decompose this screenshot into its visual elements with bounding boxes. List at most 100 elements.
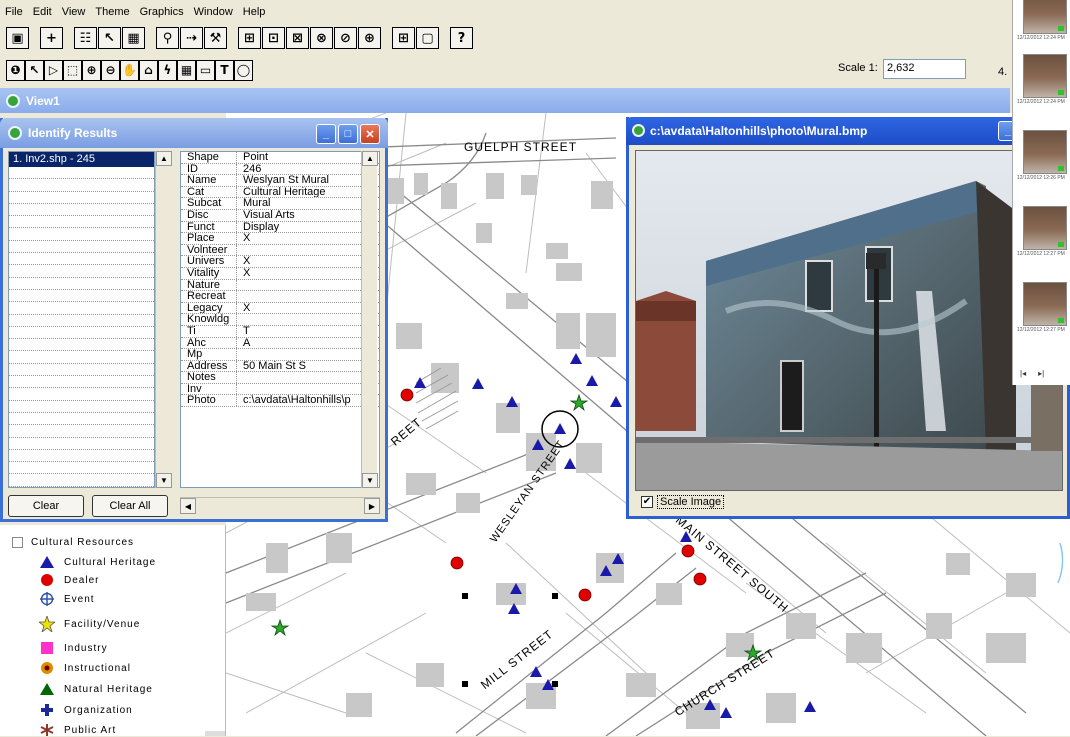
zoom-in-tool-icon[interactable]: ⊕ — [82, 59, 101, 81]
label-tool-icon[interactable]: ▭ — [196, 59, 215, 81]
draw-tool-icon[interactable]: ◯ — [234, 59, 253, 81]
view-window-title[interactable]: View1 — [0, 88, 1010, 113]
query-builder-icon[interactable]: ⚒ — [204, 27, 227, 49]
select-feature-tool-icon[interactable]: ⬚ — [63, 59, 82, 81]
minimize-icon[interactable]: _ — [316, 124, 336, 144]
area-of-interest-tool-icon[interactable]: ▦ — [177, 59, 196, 81]
zoom-selected-icon[interactable]: ⊠ — [286, 27, 309, 49]
attribute-value: Weslyan St Mural — [243, 175, 329, 186]
zoom-full-extent-icon[interactable]: ⊞ — [238, 27, 261, 49]
attribute-row[interactable]: ID 246 — [181, 163, 379, 176]
table-of-contents: Cultural Resources Cultural Heritage Dea… — [0, 525, 226, 736]
find-icon[interactable]: ⚲ — [156, 27, 179, 49]
clear-button[interactable]: Clear — [8, 495, 84, 517]
photo-thumbnail[interactable]: 12/12/2012 12:27 PM — [1017, 206, 1067, 257]
attribute-row[interactable]: Recreat — [181, 291, 379, 303]
list-empty-row — [9, 401, 154, 413]
locate-address-icon[interactable]: ⇢ — [180, 27, 203, 49]
first-page-icon[interactable]: |◂ — [1020, 369, 1026, 378]
list-scrollbar[interactable]: ▲ ▼ — [155, 151, 172, 488]
clear-all-button[interactable]: Clear All — [92, 495, 168, 517]
identify-window-titlebar[interactable]: Identify Results _ □ ✕ — [0, 118, 388, 148]
menu-window[interactable]: Window — [189, 6, 238, 18]
menu-edit[interactable]: Edit — [28, 6, 57, 18]
attribute-row[interactable]: Place X — [181, 233, 379, 245]
photo-thumbnail[interactable]: 12/12/2012 12:27 PM — [1017, 282, 1067, 333]
scroll-right-icon[interactable]: ▶ — [364, 498, 380, 514]
save-project-icon[interactable]: ▣ — [6, 27, 29, 49]
pointer-tool-icon[interactable]: ↖ — [25, 59, 44, 81]
zoom-active-themes-icon[interactable]: ⊡ — [262, 27, 285, 49]
last-page-icon[interactable]: ▸| — [1038, 369, 1044, 378]
attribute-row[interactable]: Name Weslyan St Mural — [181, 175, 379, 187]
legend-item: Cultural Heritage — [38, 555, 156, 569]
attribute-name: Ahc — [181, 337, 237, 349]
scroll-up-icon[interactable]: ▲ — [362, 151, 378, 166]
scroll-down-icon[interactable]: ▼ — [156, 473, 172, 488]
theme-cultural-resources[interactable]: Cultural Resources — [12, 537, 134, 548]
photo-thumbnail[interactable]: 12/12/2012 12:26 PM — [1017, 130, 1067, 181]
attribute-hscrollbar[interactable]: ◀ ▶ — [180, 497, 380, 514]
attribute-row[interactable]: Mp — [181, 349, 379, 361]
theme-visibility-checkbox[interactable] — [12, 537, 23, 548]
zoom-out-fixed-icon[interactable]: ⊘ — [334, 27, 357, 49]
edit-legend-icon[interactable]: ↖ — [98, 27, 121, 49]
attribute-row[interactable]: Cat Cultural Heritage — [181, 186, 379, 199]
attribute-row[interactable]: Disc Visual Arts — [181, 209, 379, 222]
attribute-row[interactable]: Ahc A — [181, 337, 379, 350]
pan-tool-icon[interactable]: ✋ — [120, 59, 139, 81]
theme-properties-icon[interactable]: ☷ — [74, 27, 97, 49]
zoom-previous-icon[interactable]: ⊕ — [358, 27, 381, 49]
attribute-row[interactable]: Subcat Mural — [181, 198, 379, 210]
menu-theme[interactable]: Theme — [90, 6, 134, 18]
attribute-row[interactable]: Univers X — [181, 256, 379, 268]
attribute-row[interactable]: Ti T — [181, 325, 379, 338]
text-tool-icon[interactable]: T — [215, 59, 234, 81]
attribute-row[interactable]: Shape Point — [181, 152, 379, 164]
open-table-icon[interactable]: ▦ — [122, 27, 145, 49]
zoom-out-tool-icon[interactable]: ⊖ — [101, 59, 120, 81]
photo-thumbnail[interactable]: 12/12/2012 12:24 PM — [1017, 0, 1067, 41]
identify-tool-icon[interactable]: ❶ — [6, 59, 25, 81]
attribute-row[interactable]: Vitality X — [181, 267, 379, 280]
attribute-row[interactable]: Nature — [181, 279, 379, 292]
maximize-icon[interactable]: □ — [338, 124, 358, 144]
list-empty-row — [9, 413, 154, 426]
zoom-in-fixed-icon[interactable]: ⊗ — [310, 27, 333, 49]
clear-selection-icon[interactable]: ▢ — [416, 27, 439, 49]
toc-scrollbar[interactable] — [205, 731, 225, 736]
menu-help[interactable]: Help — [238, 6, 271, 18]
list-item[interactable]: 1. Inv2.shp - 245 — [9, 152, 154, 167]
list-empty-row — [9, 425, 154, 438]
attribute-row[interactable]: Address 50 Main St S — [181, 360, 379, 373]
vertex-edit-tool-icon[interactable]: ▷ — [44, 59, 63, 81]
attribute-row[interactable]: Knowldg — [181, 314, 379, 326]
checkbox-icon[interactable]: ✔ — [641, 496, 653, 508]
close-icon[interactable]: ✕ — [360, 124, 380, 144]
help-icon[interactable]: ? — [450, 27, 473, 49]
scale-image-checkbox[interactable]: ✔ Scale Image — [641, 495, 725, 509]
attribute-row[interactable]: Volnteer — [181, 244, 379, 257]
attribute-row[interactable]: Funct Display — [181, 221, 379, 234]
hotlink-tool-icon[interactable]: ϟ — [158, 59, 177, 81]
view-icon — [6, 93, 20, 108]
add-theme-icon[interactable]: + — [40, 27, 63, 49]
menu-view[interactable]: View — [57, 6, 91, 18]
select-features-icon[interactable]: ⊞ — [392, 27, 415, 49]
menu-file[interactable]: File — [0, 6, 28, 18]
measure-tool-icon[interactable]: ⌂ — [139, 59, 158, 81]
menu-graphics[interactable]: Graphics — [135, 6, 189, 18]
attribute-value — [237, 291, 357, 302]
attribute-row[interactable]: Photo c:\avdata\Haltonhills\p — [181, 395, 379, 408]
scroll-left-icon[interactable]: ◀ — [180, 498, 196, 514]
attribute-row[interactable]: Inv — [181, 383, 379, 396]
photo-thumbnail[interactable]: 12/12/2012 12:24 PM — [1017, 54, 1067, 105]
photo-window-titlebar[interactable]: c:\avdata\Haltonhills\photo\Mural.bmp _ — [626, 117, 1070, 145]
scroll-down-icon[interactable]: ▼ — [362, 473, 378, 488]
attribute-row[interactable]: Legacy X — [181, 302, 379, 315]
attribute-row[interactable]: Notes — [181, 372, 379, 384]
scroll-up-icon[interactable]: ▲ — [156, 151, 172, 166]
scale-input[interactable]: 2,632 — [883, 59, 966, 79]
attribute-scrollbar[interactable]: ▲ ▼ — [361, 151, 378, 488]
identify-results-list[interactable]: 1. Inv2.shp - 245 — [8, 151, 155, 488]
